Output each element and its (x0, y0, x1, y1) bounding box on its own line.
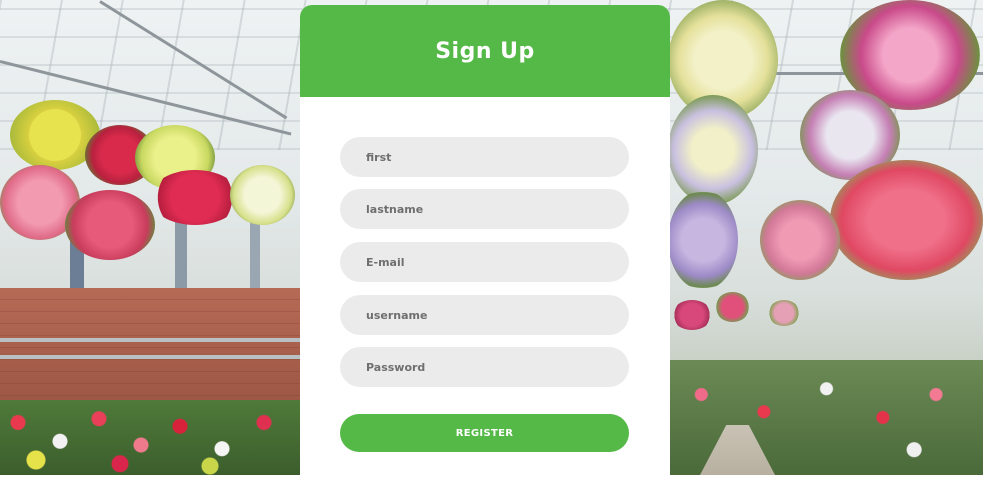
brick-wall (0, 288, 300, 408)
hanging-basket (715, 292, 750, 322)
hanging-basket (672, 300, 712, 330)
pipe (0, 338, 300, 342)
last-name-input[interactable] (340, 189, 629, 229)
flower-bed (0, 400, 300, 475)
email-input[interactable] (340, 242, 629, 282)
hanging-basket (668, 95, 758, 205)
first-name-input[interactable] (340, 137, 629, 177)
signup-card: Sign Up REGISTER (300, 5, 670, 478)
hanging-basket (150, 170, 240, 225)
hanging-basket (760, 200, 840, 280)
hanging-basket (830, 160, 983, 280)
hanging-basket (65, 190, 155, 260)
password-input[interactable] (340, 347, 629, 387)
pipe (0, 355, 300, 359)
register-button[interactable]: REGISTER (340, 414, 629, 452)
hanging-basket (230, 165, 295, 225)
page-title: Sign Up (435, 38, 535, 64)
username-input[interactable] (340, 295, 629, 335)
signup-header: Sign Up (300, 5, 670, 97)
hanging-basket (768, 300, 800, 326)
hanging-basket (668, 190, 738, 290)
